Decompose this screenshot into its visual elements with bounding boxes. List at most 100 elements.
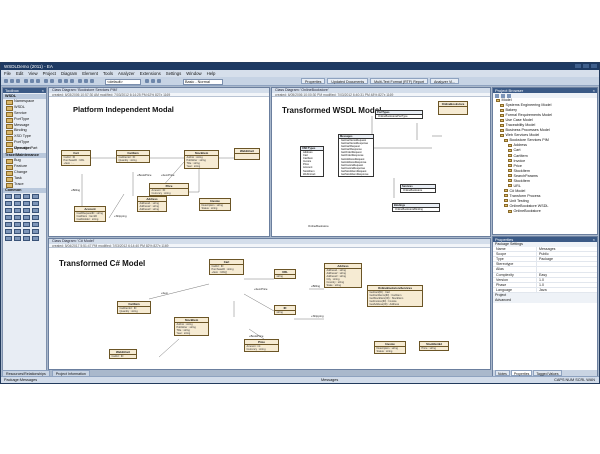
perspective-combo[interactable]: <default>: [105, 78, 141, 85]
close-icon[interactable]: ×: [593, 88, 595, 93]
zoom-in-icon[interactable]: [78, 79, 82, 83]
tool-icon[interactable]: [14, 208, 21, 214]
tool-icon[interactable]: [14, 194, 21, 200]
wsdl-box[interactable]: Messages GetCartItemsRequest GetCartItemsR…: [338, 134, 374, 178]
save-icon[interactable]: [16, 79, 20, 83]
tool-icon[interactable]: [32, 194, 39, 200]
class-box[interactable]: Price Amount : ID Currency : string: [149, 183, 189, 196]
menu-item[interactable]: Edit: [16, 70, 23, 77]
wsdl-box[interactable]: PortTypes OnlineBookstorePortType: [375, 110, 423, 120]
tool-icon[interactable]: [23, 208, 30, 214]
tool-icon[interactable]: [23, 222, 30, 228]
tool-icon[interactable]: [5, 201, 12, 207]
document-tab[interactable]: Multi-Text Format (RTF) Report: [370, 78, 429, 84]
properties-subsection[interactable]: Advanced: [493, 298, 597, 304]
class-box[interactable]: URL string: [274, 269, 296, 279]
tool-icon[interactable]: [32, 236, 39, 242]
help-icon[interactable]: [90, 79, 94, 83]
menu-item[interactable]: Element: [82, 70, 98, 77]
tool-icon[interactable]: [14, 215, 21, 221]
diagram-icon[interactable]: [64, 79, 68, 83]
class-box[interactable]: Cart CartId : ID PurchaseID : string +Item …: [209, 259, 244, 275]
wsdl-definition-box[interactable]: OnlineBookstore: [438, 101, 468, 115]
tool-icon[interactable]: [5, 194, 12, 200]
wsdl-box[interactable]: Services OnlineBookstore: [400, 184, 436, 194]
font-italic-icon[interactable]: [151, 79, 155, 83]
class-box[interactable]: Invoice Description : string Status : stri…: [199, 198, 231, 211]
class-box[interactable]: CartItem CartItemId : ID Quantity : string: [117, 301, 151, 314]
workspace-combo[interactable]: Basic - Normal: [183, 78, 223, 85]
minimize-button[interactable]: [575, 64, 581, 68]
browser-tree-item[interactable]: OnlineBookstore: [493, 209, 597, 214]
class-box[interactable]: WebInCart CartId : ID: [109, 349, 137, 359]
class-box[interactable]: OnlineBookstoreServices GetCart(ID) : Car…: [367, 285, 423, 307]
document-tab[interactable]: Updated Documents: [327, 78, 369, 84]
class-box[interactable]: Price Amount : int Currency : string: [244, 339, 279, 352]
tool-icon[interactable]: [23, 215, 30, 221]
copy-icon[interactable]: [30, 79, 34, 83]
property-value[interactable]: 1.0: [536, 277, 597, 282]
tool-icon[interactable]: [5, 229, 12, 235]
tool-icon[interactable]: [14, 236, 21, 242]
class-box[interactable]: StockItem Author : string Publisher : stri…: [174, 317, 209, 336]
menu-item[interactable]: Diagram: [61, 70, 77, 77]
class-box[interactable]: Account CardRequestID : string CardItem : …: [74, 206, 106, 222]
class-box[interactable]: Invoice Description : string Status : stri…: [374, 341, 406, 354]
tool-icon[interactable]: [23, 236, 30, 242]
tool-icon[interactable]: [23, 229, 30, 235]
class-box[interactable]: CartItem CartItemid : ID Quantity : string: [116, 150, 150, 163]
menu-item[interactable]: Project: [43, 70, 56, 77]
new-package-icon[interactable]: [495, 93, 499, 98]
tool-icon[interactable]: [5, 222, 12, 228]
open-icon[interactable]: [10, 79, 14, 83]
property-value[interactable]: Package: [536, 257, 597, 262]
tool-icon[interactable]: [14, 229, 21, 235]
zoom-out-icon[interactable]: [84, 79, 88, 83]
tool-icon[interactable]: [32, 208, 39, 214]
find-icon[interactable]: [58, 79, 62, 83]
new-icon[interactable]: [4, 79, 8, 83]
undo-icon[interactable]: [44, 79, 48, 83]
menu-item[interactable]: Analyzer: [118, 70, 135, 77]
maximize-button[interactable]: [583, 64, 589, 68]
tool-icon[interactable]: [32, 201, 39, 207]
tool-icon[interactable]: [14, 222, 21, 228]
csharp-diagram-window[interactable]: Class Diagram: 'C# Model' created: 5/04/…: [48, 238, 491, 370]
menu-item[interactable]: Window: [186, 70, 201, 77]
class-box[interactable]: Address Address1 : string Address2 : strin…: [137, 196, 167, 212]
move-up-icon[interactable]: [501, 93, 505, 98]
menu-item[interactable]: File: [4, 70, 11, 77]
property-value[interactable]: [536, 267, 597, 272]
menu-item[interactable]: Tools: [103, 70, 113, 77]
close-icon[interactable]: ×: [42, 88, 44, 93]
close-button[interactable]: [591, 64, 597, 68]
tool-icon[interactable]: [5, 236, 12, 242]
class-box[interactable]: ID string: [274, 305, 296, 315]
property-value[interactable]: Messages: [536, 247, 597, 252]
class-box[interactable]: Stockitem Author : string Publisher : stri…: [184, 150, 219, 169]
tool-icon[interactable]: [5, 208, 12, 214]
wsdl-box[interactable]: Bindings OnlineBookstoreBinding: [392, 203, 440, 213]
tool-icon[interactable]: [32, 229, 39, 235]
class-box[interactable]: WebInCart: [234, 148, 260, 160]
class-box[interactable]: StockItemId Price : string: [419, 341, 449, 351]
paste-icon[interactable]: [36, 79, 40, 83]
tool-icon[interactable]: [23, 201, 30, 207]
property-value[interactable]: Easy: [536, 272, 597, 277]
property-value[interactable]: Public: [536, 252, 597, 257]
tool-icon[interactable]: [32, 215, 39, 221]
tool-icon[interactable]: [23, 194, 30, 200]
menu-item[interactable]: Settings: [166, 70, 182, 77]
toolbox-item[interactable]: Message Part: [3, 146, 46, 153]
close-icon[interactable]: ×: [593, 237, 595, 242]
layout-icon[interactable]: [70, 79, 74, 83]
tool-icon[interactable]: [5, 215, 12, 221]
class-box[interactable]: Cart Cartid : ID PurchaseID : URL +Item : .…: [61, 150, 91, 166]
property-value[interactable]: 1.0: [536, 282, 597, 287]
fill-color-icon[interactable]: [157, 79, 161, 83]
document-tab[interactable]: Analyzer Vi...: [430, 78, 460, 84]
tool-icon[interactable]: [32, 222, 39, 228]
wsdl-box[interactable]: XSD Types Address Cart CartItem Invoice Price…: [300, 146, 324, 177]
document-tab[interactable]: Properties: [301, 78, 326, 84]
tool-icon[interactable]: [14, 201, 21, 207]
